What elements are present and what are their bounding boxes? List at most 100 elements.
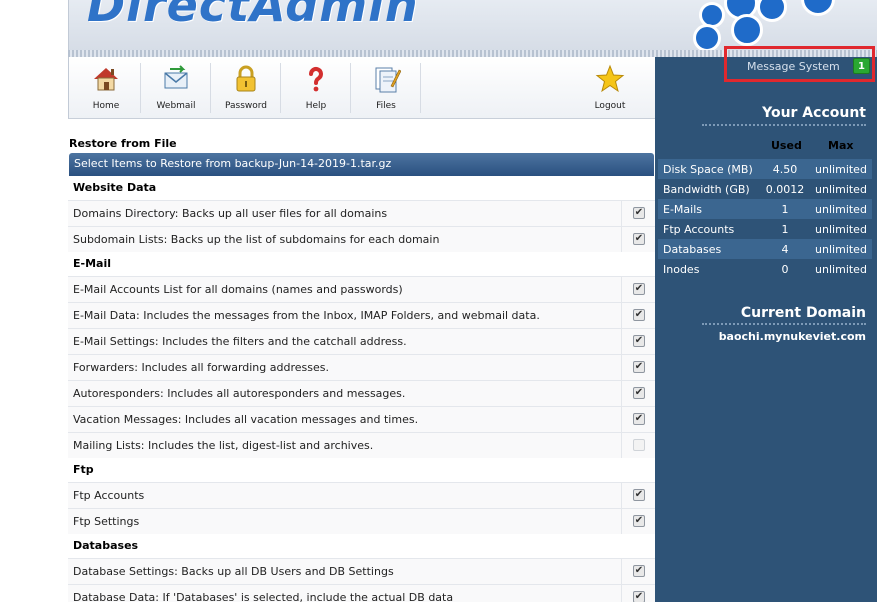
toolbar-webmail-button[interactable]: Webmail: [141, 57, 211, 119]
your-account-title: Your Account: [762, 105, 866, 121]
section-heading: E-Mail: [73, 257, 111, 270]
restore-item-checkbox[interactable]: ✔: [633, 489, 645, 501]
account-usage-table: Disk Space (MB) 4.50 unlimited Bandwidth…: [658, 159, 872, 279]
restore-item-label: E-Mail Data: Includes the messages from …: [73, 309, 540, 322]
restore-item-checkbox[interactable]: ✔: [633, 387, 645, 399]
usage-row: Inodes 0 unlimited: [658, 259, 872, 279]
usage-max: unlimited: [815, 182, 867, 196]
restore-item-label: Database Data: If 'Databases' is selecte…: [73, 591, 454, 602]
usage-row: E-Mails 1 unlimited: [658, 199, 872, 219]
restore-item-row: Subdomain Lists: Backs up the list of su…: [68, 226, 655, 252]
restore-item-row: Domains Directory: Backs up all user fil…: [68, 200, 655, 226]
help-icon: [309, 67, 323, 92]
star-icon: [595, 64, 625, 93]
toolbar-logout-button[interactable]: Logout: [575, 57, 645, 119]
directadmin-logo[interactable]: DirectAdmin: [87, 0, 419, 32]
files-icon: [375, 67, 401, 93]
restore-item-label: Vacation Messages: Includes all vacation…: [73, 413, 419, 426]
restore-item-checkbox[interactable]: ✔: [633, 361, 645, 373]
current-domain-link[interactable]: baochi.mynukeviet.com: [719, 330, 866, 343]
message-count-badge[interactable]: 1: [853, 58, 870, 74]
restore-title: Restore from File: [69, 137, 177, 150]
usage-max: unlimited: [815, 222, 867, 236]
restore-item-row: Mailing Lists: Includes the list, digest…: [68, 432, 655, 458]
usage-max: unlimited: [810, 159, 872, 179]
toolbar-divider: [420, 63, 421, 113]
restore-item-row: Database Data: If 'Databases' is selecte…: [68, 584, 655, 602]
usage-name: Inodes: [663, 262, 700, 276]
restore-item-checkbox[interactable]: ✔: [633, 207, 645, 219]
toolbar-label: Logout: [594, 101, 626, 111]
toolbar-files-button[interactable]: Files: [351, 57, 421, 119]
usage-max: unlimited: [815, 262, 867, 276]
usage-used: 1: [781, 222, 789, 236]
logo-dot: [693, 24, 721, 52]
restore-item-row: Vacation Messages: Includes all vacation…: [68, 406, 655, 432]
dotted-divider: [702, 124, 866, 126]
usage-name: E-Mails: [658, 199, 760, 219]
restore-item-checkbox[interactable]: ✔: [633, 413, 645, 425]
toolbar-password-button[interactable]: Password: [211, 57, 281, 119]
restore-item-checkbox[interactable]: ✔: [633, 283, 645, 295]
restore-item-label: Autoresponders: Includes all autorespond…: [73, 387, 406, 400]
section-heading: Ftp: [73, 463, 94, 476]
usage-used: 1: [760, 199, 810, 219]
restore-item-row: E-Mail Accounts List for all domains (na…: [68, 276, 655, 302]
restore-item-row: Autoresponders: Includes all autorespond…: [68, 380, 655, 406]
restore-item-label: Database Settings: Backs up all DB Users…: [73, 565, 394, 578]
restore-item-checkbox[interactable]: ✔: [633, 565, 645, 577]
logo-dot: [801, 0, 835, 16]
usage-used: 0: [781, 262, 789, 276]
usage-max: unlimited: [810, 239, 872, 259]
logo-dot: [757, 0, 787, 22]
restore-item-label: Mailing Lists: Includes the list, digest…: [73, 439, 374, 452]
restore-item-checkbox[interactable]: ✔: [633, 233, 645, 245]
usage-row: Databases 4 unlimited: [658, 239, 872, 259]
restore-item-checkbox[interactable]: ✔: [633, 335, 645, 347]
usage-used: 4: [760, 239, 810, 259]
logo-dot: [731, 14, 763, 46]
max-column-header: Max: [828, 139, 854, 152]
section-heading: Website Data: [73, 181, 157, 194]
restore-item-label: Forwarders: Includes all forwarding addr…: [73, 361, 329, 374]
webmail-icon: [164, 65, 188, 89]
dotted-divider: [702, 323, 866, 325]
restore-item-label: Ftp Accounts: [73, 489, 145, 502]
restore-item-label: E-Mail Accounts List for all domains (na…: [73, 283, 403, 296]
restore-item-label: Domains Directory: Backs up all user fil…: [73, 207, 388, 220]
usage-row: Disk Space (MB) 4.50 unlimited: [658, 159, 872, 179]
restore-item-row: Forwarders: Includes all forwarding addr…: [68, 354, 655, 380]
toolbar-home-button[interactable]: Home: [71, 57, 141, 119]
section-heading: Databases: [73, 539, 139, 552]
message-system-link[interactable]: Message System: [747, 60, 840, 73]
lock-icon: [236, 65, 256, 92]
toolbar-label: Password: [224, 101, 268, 111]
toolbar-label: Home: [92, 101, 120, 111]
restore-panel: Restore from File Select Items to Restor…: [68, 130, 655, 602]
toolbar-help-button[interactable]: Help: [281, 57, 351, 119]
usage-used: 0.0012: [765, 182, 805, 196]
toolbar-label: Webmail: [156, 101, 196, 111]
used-column-header: Used: [771, 139, 802, 152]
current-domain-title: Current Domain: [740, 305, 866, 321]
restore-item-label: Ftp Settings: [73, 515, 140, 528]
restore-item-checkbox[interactable]: [633, 439, 645, 451]
toolbar-label: Files: [376, 101, 396, 111]
usage-row: Bandwidth (GB) 0.0012 unlimited: [658, 179, 872, 199]
usage-name: Databases: [658, 239, 760, 259]
restore-item-row: Database Settings: Backs up all DB Users…: [68, 558, 655, 584]
usage-name: Bandwidth (GB): [663, 182, 750, 196]
restore-item-checkbox[interactable]: ✔: [633, 591, 645, 602]
usage-name: Ftp Accounts: [663, 222, 735, 236]
restore-item-row: E-Mail Data: Includes the messages from …: [68, 302, 655, 328]
main-toolbar: Home Webmail Password Help Files Logout: [68, 57, 655, 119]
restore-item-checkbox[interactable]: ✔: [633, 309, 645, 321]
usage-max: unlimited: [810, 199, 872, 219]
usage-row: Ftp Accounts 1 unlimited: [658, 219, 872, 239]
restore-item-row: Ftp Settings ✔: [68, 508, 655, 534]
toolbar-label: Help: [305, 101, 327, 111]
restore-item-checkbox[interactable]: ✔: [633, 515, 645, 527]
restore-item-label: E-Mail Settings: Includes the filters an…: [73, 335, 407, 348]
usage-name: Disk Space (MB): [658, 159, 760, 179]
restore-item-row: E-Mail Settings: Includes the filters an…: [68, 328, 655, 354]
